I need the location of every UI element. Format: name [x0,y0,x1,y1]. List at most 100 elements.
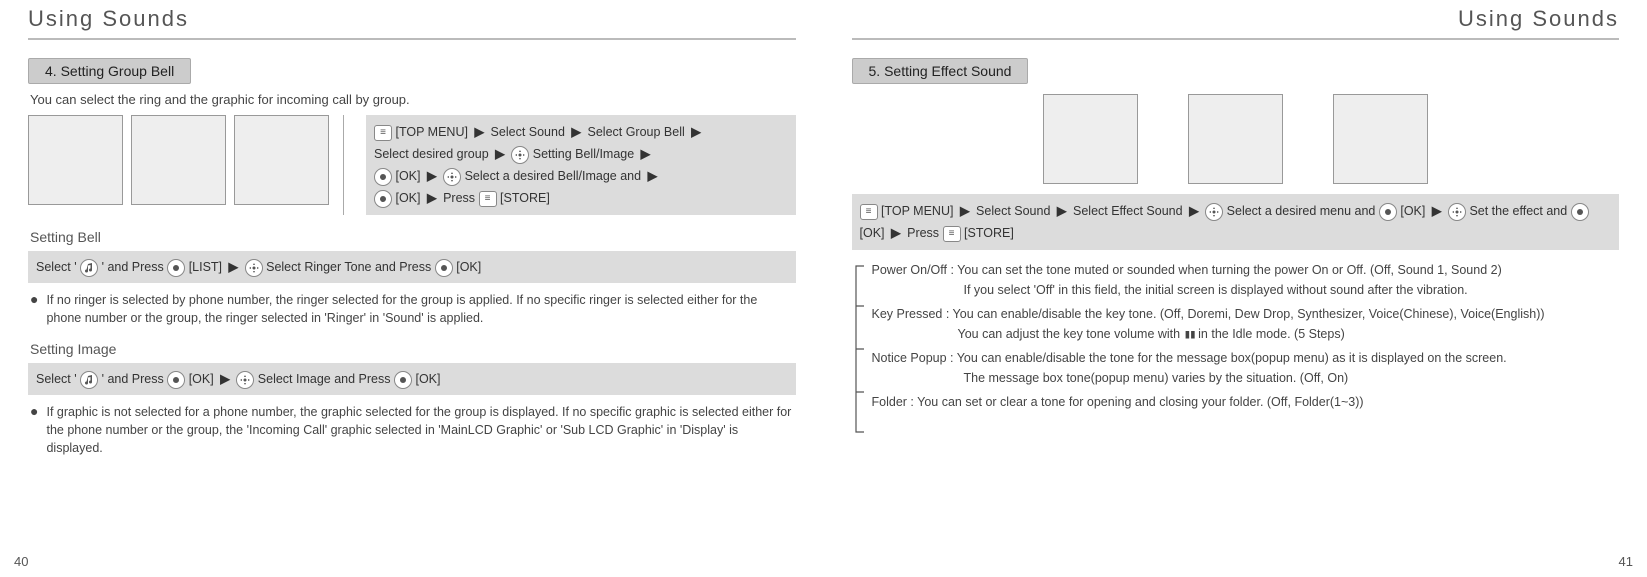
desc-key: Key Pressed : You can enable/disable the… [872,304,1620,344]
instr-text: ' and Press [102,372,164,386]
steps-box-sec4: ≡ [TOP MENU] ▶ Select Sound ▶ Select Gro… [366,115,796,215]
arrow-icon: ▶ [1057,200,1067,222]
arrow-icon: ▶ [641,143,651,165]
ok-icon [167,259,185,277]
ok-icon [435,259,453,277]
dpad-icon [1448,203,1466,221]
step-text: Select Sound [976,204,1050,218]
section-4-title: 4. Setting Group Bell [28,58,191,84]
page-title-left: Using Sounds [28,0,796,40]
screenshot [28,115,123,205]
desc-text: Key Pressed : You can enable/disable the… [872,304,1620,324]
page-title-right: Using Sounds [852,0,1620,40]
image-note: ● If graphic is not selected for a phone… [30,403,794,457]
desc-notice: Notice Popup : You can enable/disable th… [872,348,1620,388]
menu-icon: ≡ [479,191,497,207]
menu-icon: ≡ [860,204,878,220]
dpad-icon [236,371,254,389]
step-text: [OK] [395,191,420,205]
page-number-left: 40 [14,554,28,569]
vertical-divider [343,115,344,215]
arrow-icon: ▶ [427,165,437,187]
step-text: Select a desired Bell/Image and [465,169,642,183]
instr-text: Select ' [36,372,77,386]
arrow-icon: ▶ [571,121,581,143]
instr-text: [OK] [456,260,481,274]
step-text: Press [907,226,939,240]
ok-icon [394,371,412,389]
arrow-icon: ▶ [495,143,505,165]
ok-icon [1571,203,1589,221]
setting-image-heading: Setting Image [30,341,796,357]
dpad-icon [245,259,263,277]
step-text: [STORE] [964,226,1014,240]
bullet-icon: ● [30,403,38,457]
arrow-icon: ▶ [891,222,901,244]
dpad-icon [1205,203,1223,221]
screenshot [234,115,329,205]
page-number-right: 41 [1619,554,1633,569]
screenshot [131,115,226,205]
instr-text: [OK] [415,372,440,386]
arrow-icon: ▶ [691,121,701,143]
arrow-icon: ▶ [960,200,970,222]
volume-keys-icon: ▮▮ [1184,324,1195,344]
step-text: [TOP MENU] [395,125,467,139]
ok-icon [374,168,392,186]
ok-icon [167,371,185,389]
arrow-icon: ▶ [1432,200,1442,222]
step-text: [OK] [860,226,885,240]
ok-icon [374,190,392,208]
note-text: If no ringer is selected by phone number… [46,291,793,327]
music-note-icon [80,259,98,277]
desc-text: Folder : You can set or clear a tone for… [872,392,1620,412]
screenshots-row-right [852,94,1620,184]
step-text: [STORE] [500,191,550,205]
menu-icon: ≡ [374,125,392,141]
step-text: Select Effect Sound [1073,204,1183,218]
step-text: Select desired group [374,147,489,161]
step-text: Select a desired menu and [1227,204,1376,218]
bullet-icon: ● [30,291,38,327]
bell-note: ● If no ringer is selected by phone numb… [30,291,794,327]
desc-text: Notice Popup : You can enable/disable th… [872,348,1620,368]
instr-text: Select Ringer Tone and Press [266,260,431,274]
steps-box-sec5: ≡ [TOP MENU] ▶ Select Sound ▶ Select Eff… [852,194,1620,250]
step-text: Set the effect and [1469,204,1567,218]
step-text: [OK] [395,169,420,183]
step-text: Select Sound [491,125,565,139]
music-note-icon [80,371,98,389]
menu-icon: ≡ [943,226,961,242]
arrow-icon: ▶ [220,368,230,390]
instr-text: Select Image and Press [258,372,391,386]
screenshot [1043,94,1138,184]
screenshots-row-left: ≡ [TOP MENU] ▶ Select Sound ▶ Select Gro… [28,115,796,215]
step-text: Select Group Bell [588,125,685,139]
dpad-icon [443,168,461,186]
effect-descriptions: Power On/Off : You can set the tone mute… [852,260,1620,412]
arrow-icon: ▶ [229,256,239,278]
dpad-icon [511,146,529,164]
image-instruction-bar: Select ' ' and Press [OK] ▶ Select Image… [28,363,796,395]
screenshot [1188,94,1283,184]
step-text: [OK] [1400,204,1425,218]
instr-text: [LIST] [189,260,222,274]
section-4-subtitle: You can select the ring and the graphic … [30,92,796,107]
desc-text: If you select 'Off' in this field, the i… [964,280,1620,300]
instr-text: [OK] [189,372,214,386]
desc-text: You can adjust the key tone volume with … [958,324,1620,344]
setting-bell-heading: Setting Bell [30,229,796,245]
note-text: If graphic is not selected for a phone n… [46,403,793,457]
section-5-title: 5. Setting Effect Sound [852,58,1029,84]
arrow-icon: ▶ [474,121,484,143]
step-text: Setting Bell/Image [533,147,634,161]
desc-text: Power On/Off : You can set the tone mute… [872,260,1620,280]
instr-text: ' and Press [102,260,164,274]
bracket-icon [852,264,866,434]
bell-instruction-bar: Select ' ' and Press [LIST] ▶ Select Rin… [28,251,796,283]
desc-text: The message box tone(popup menu) varies … [964,368,1620,388]
step-text: Press [443,191,475,205]
ok-icon [1379,203,1397,221]
step-text: [TOP MENU] [881,204,953,218]
arrow-icon: ▶ [648,165,658,187]
